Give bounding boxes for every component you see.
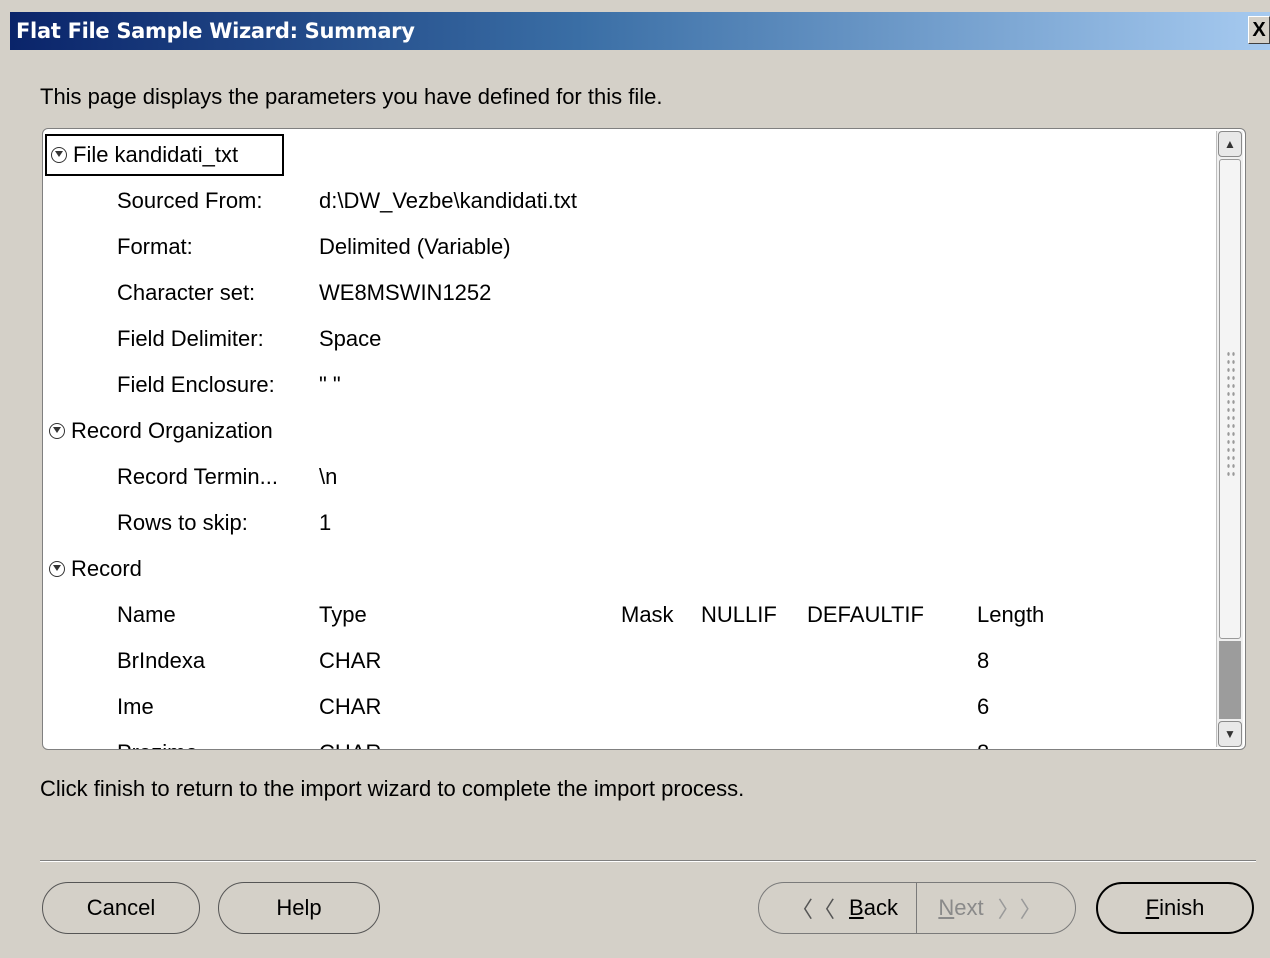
next-button-label: Next [938, 895, 984, 920]
property-key: Rows to skip: [117, 510, 248, 535]
arrow-up-icon: ▲ [1224, 137, 1236, 151]
property-value: 1 [319, 510, 332, 535]
chevron-left-icon: 〈〈 [791, 897, 836, 922]
field-type: CHAR [319, 694, 382, 719]
table-row: Prezime CHAR 8 [43, 731, 1217, 749]
table-row: Ime CHAR 6 [43, 685, 1217, 729]
collapse-toggle-icon[interactable] [49, 561, 65, 577]
property-key: Character set: [117, 280, 256, 305]
field-name: BrIndexa [117, 648, 206, 673]
navigation-button-group: 〈〈 Back Next 〉〉 [758, 882, 1076, 934]
arrow-down-icon: ▼ [1224, 727, 1236, 741]
back-button-label: Back [849, 895, 898, 920]
field-length: 8 [977, 648, 990, 673]
property-value: Delimited (Variable) [319, 234, 511, 259]
back-button[interactable]: 〈〈 Back [759, 883, 917, 933]
property-key: Format: [117, 234, 193, 259]
scroll-thumb[interactable] [1219, 159, 1241, 639]
divider [40, 860, 1256, 862]
finish-button-label: Finish [1145, 895, 1205, 920]
help-button[interactable]: Help [218, 882, 380, 934]
column-header-nullif: NULLIF [701, 602, 777, 627]
column-header-length: Length [977, 602, 1045, 627]
record-columns-header: Name Type Mask NULLIF DEFAULTIF Length [43, 593, 1217, 637]
close-icon: X [1252, 18, 1266, 41]
column-header-mask: Mask [621, 602, 674, 627]
intro-text: This page displays the parameters you ha… [40, 84, 663, 109]
collapse-toggle-icon[interactable] [49, 423, 65, 439]
tree-row-rows-to-skip: Rows to skip: 1 [43, 501, 1217, 545]
field-name: Ime [117, 694, 154, 719]
field-type: CHAR [319, 731, 381, 749]
summary-tree-panel: File kandidati_txt Sourced From: d:\DW_V… [42, 128, 1246, 750]
scroll-down-button[interactable]: ▼ [1218, 721, 1242, 747]
property-value: \n [319, 464, 338, 489]
tree-node-file[interactable]: File kandidati_txt [43, 133, 1217, 177]
tree-node-record-organization[interactable]: Record Organization [43, 409, 1217, 453]
footer-instructions: Click finish to return to the import wiz… [40, 776, 745, 801]
field-name: Prezime [117, 731, 198, 749]
tree-node-record-header[interactable]: Record [49, 547, 142, 591]
property-key: Sourced From: [117, 188, 263, 213]
field-length: 8 [977, 731, 989, 749]
tree-row-character-set: Character set: WE8MSWIN1252 [43, 271, 1217, 315]
window-title: Flat File Sample Wizard: Summary [16, 19, 415, 43]
property-value: Space [319, 326, 382, 351]
property-value: d:\DW_Vezbe\kandidati.txt [319, 188, 578, 213]
property-value: " " [319, 372, 341, 397]
summary-tree: File kandidati_txt Sourced From: d:\DW_V… [43, 129, 1217, 749]
next-button[interactable]: Next 〉〉 [917, 883, 1075, 933]
column-header-defaultif: DEFAULTIF [807, 602, 924, 627]
close-button[interactable]: X [1248, 16, 1270, 44]
cancel-button[interactable]: Cancel [42, 882, 200, 934]
collapse-toggle-icon[interactable] [51, 147, 67, 163]
property-key: Record Termin... [117, 464, 278, 489]
tree-node-file-label: File kandidati_txt [73, 142, 239, 167]
finish-button[interactable]: Finish [1096, 882, 1254, 934]
tree-node-file-header[interactable]: File kandidati_txt [45, 134, 285, 176]
title-bar: Flat File Sample Wizard: Summary X [10, 12, 1270, 50]
cancel-button-label: Cancel [86, 895, 156, 920]
table-row: BrIndexa CHAR 8 [43, 639, 1217, 683]
chevron-right-icon: 〉〉 [997, 897, 1042, 922]
help-button-label: Help [276, 895, 322, 920]
tree-row-sourced-from: Sourced From: d:\DW_Vezbe\kandidati.txt [43, 179, 1217, 223]
column-header-type: Type [319, 602, 367, 627]
tree-row-field-enclosure: Field Enclosure: " " [43, 363, 1217, 407]
tree-node-record-organization-header[interactable]: Record Organization [49, 409, 273, 453]
grip-icon [1226, 350, 1236, 480]
tree-row-record-terminator: Record Termin... \n [43, 455, 1217, 499]
field-type: CHAR [319, 648, 382, 673]
property-value: WE8MSWIN1252 [319, 280, 492, 305]
field-length: 6 [977, 694, 990, 719]
column-header-name: Name [117, 602, 176, 627]
tree-node-record[interactable]: Record [43, 547, 1217, 591]
vertical-scrollbar[interactable]: ▲ ▼ [1216, 131, 1243, 747]
scroll-up-button[interactable]: ▲ [1218, 131, 1242, 157]
property-key: Field Enclosure: [117, 372, 275, 397]
scroll-track[interactable] [1219, 641, 1241, 719]
tree-row-format: Format: Delimited (Variable) [43, 225, 1217, 269]
tree-row-field-delimiter: Field Delimiter: Space [43, 317, 1217, 361]
tree-node-record-organization-label: Record Organization [71, 418, 273, 443]
tree-node-record-label: Record [71, 556, 142, 581]
property-key: Field Delimiter: [117, 326, 264, 351]
